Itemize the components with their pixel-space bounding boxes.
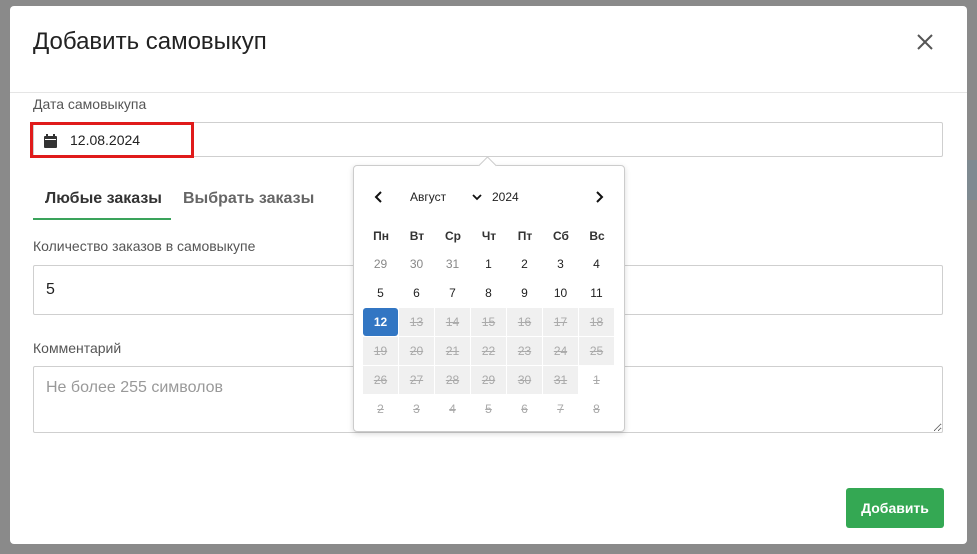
calendar-day: 24: [543, 337, 578, 365]
order-count-label: Количество заказов в самовыкупе: [33, 238, 256, 254]
calendar-day[interactable]: 6: [399, 279, 434, 307]
calendar-day[interactable]: 1: [471, 250, 506, 278]
calendar-day: 29: [471, 366, 506, 394]
calendar-day: 13: [399, 308, 434, 336]
calendar-day[interactable]: 2: [507, 250, 542, 278]
calendar-day: 19: [363, 337, 398, 365]
calendar-day: 25: [579, 337, 614, 365]
calendar-day[interactable]: 9: [507, 279, 542, 307]
calendar-day: 1: [593, 373, 600, 387]
calendar-day: 7: [557, 402, 564, 416]
weekday-label: Пн: [373, 228, 389, 243]
tab-any-orders[interactable]: Любые заказы: [45, 190, 162, 208]
calendar-day-selected[interactable]: 12: [363, 308, 398, 336]
calendar-day: 31: [543, 366, 578, 394]
calendar-day[interactable]: 11: [579, 279, 614, 307]
calendar-day: 18: [579, 308, 614, 336]
calendar-day[interactable]: 7: [435, 279, 470, 307]
calendar-day: 14: [435, 308, 470, 336]
weekday-label: Сб: [553, 228, 569, 243]
next-month-icon[interactable]: [592, 190, 606, 204]
calendar-day: 23: [507, 337, 542, 365]
month-select[interactable]: Август: [410, 190, 446, 204]
weekday-label: Чт: [481, 228, 497, 243]
modal-title: Добавить самовыкуп: [33, 28, 267, 55]
calendar-day: 6: [521, 402, 528, 416]
tab-select-orders[interactable]: Выбрать заказы: [183, 190, 314, 208]
chevron-down-icon[interactable]: [472, 192, 482, 202]
calendar-day: 15: [471, 308, 506, 336]
calendar-day: 28: [435, 366, 470, 394]
calendar-day: 2: [377, 402, 384, 416]
calendar-day: 20: [399, 337, 434, 365]
close-button[interactable]: [910, 30, 940, 56]
calendar-day[interactable]: 4: [579, 250, 614, 278]
weekday-label: Вс: [589, 228, 605, 243]
calendar-day: 27: [399, 366, 434, 394]
calendar-day: 26: [363, 366, 398, 394]
calendar-day: 5: [485, 402, 492, 416]
calendar-day: 3: [413, 402, 420, 416]
calendar-day: 30: [507, 366, 542, 394]
weekday-label: Пт: [517, 228, 533, 243]
calendar-grid: Пн Вт Ср Чт Пт Сб Вс 29 30 31 1 2 3 4 5 6 7 8 9 10 11 12 13 14 1…: [363, 221, 615, 424]
calendar-day[interactable]: 3: [543, 250, 578, 278]
background-strip: [967, 160, 977, 200]
weekday-label: Ср: [445, 228, 461, 243]
calendar-day[interactable]: 8: [471, 279, 506, 307]
calendar-day: 16: [507, 308, 542, 336]
calendar-day: 4: [449, 402, 456, 416]
calendar-day[interactable]: 31: [435, 250, 470, 278]
active-tab-underline: [33, 218, 171, 220]
calendar-day[interactable]: 10: [543, 279, 578, 307]
calendar-day: 8: [593, 402, 600, 416]
datepicker-popup: Август 2024 Пн Вт Ср Чт Пт Сб Вс 29 30 31 1 2 3 4 5 6 7 8…: [353, 156, 625, 432]
date-label: Дата самовыкупа: [33, 96, 147, 112]
calendar-day: 21: [435, 337, 470, 365]
close-icon: [917, 34, 933, 50]
calendar-day: 22: [471, 337, 506, 365]
prev-month-icon[interactable]: [372, 190, 386, 204]
add-button[interactable]: Добавить: [846, 488, 944, 528]
comment-label: Комментарий: [33, 340, 122, 356]
year-select[interactable]: 2024: [492, 190, 519, 204]
calendar-day: 17: [543, 308, 578, 336]
calendar-day[interactable]: 5: [363, 279, 398, 307]
date-highlight-box: [30, 122, 194, 158]
calendar-day[interactable]: 30: [399, 250, 434, 278]
header-divider: [10, 92, 967, 93]
weekday-label: Вт: [409, 228, 425, 243]
calendar-day[interactable]: 29: [363, 250, 398, 278]
